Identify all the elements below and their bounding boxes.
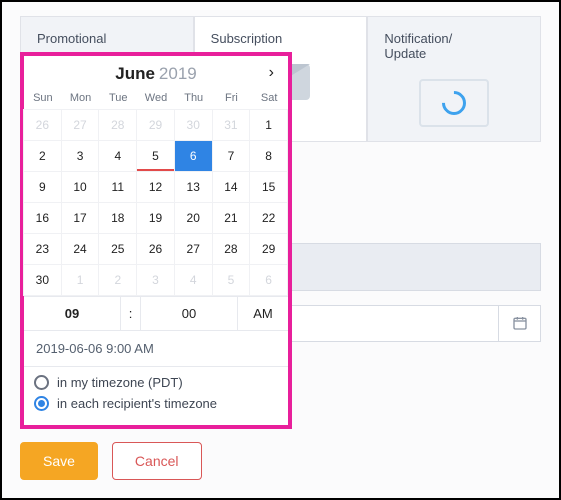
calendar-day[interactable]: 13 (174, 171, 213, 203)
calendar-day[interactable]: 31 (212, 109, 251, 141)
calendar-day[interactable]: 8 (249, 140, 288, 172)
tz-option-mine[interactable]: in my timezone (PDT) (34, 375, 278, 390)
notification-illustration (384, 79, 524, 127)
calendar-day[interactable]: 30 (174, 109, 213, 141)
action-buttons: Save Cancel (20, 442, 202, 480)
calendar-day[interactable]: 2 (98, 264, 137, 296)
calendar-day[interactable]: 19 (136, 202, 175, 234)
selected-datetime-display[interactable]: 2019-06-06 9:00 AM (24, 331, 288, 367)
timezone-options: in my timezone (PDT) in each recipient's… (24, 367, 288, 425)
calendar-week-row: 9101112131415 (24, 172, 288, 203)
weekday-header-row: SunMonTueWedThuFriSat (24, 88, 288, 110)
calendar-grid: 2627282930311234567891011121314151617181… (24, 110, 288, 296)
calendar-day[interactable]: 26 (136, 233, 175, 265)
calendar-day[interactable]: 4 (98, 140, 137, 172)
calendar-month: June (115, 64, 155, 83)
calendar-header: June2019 › (24, 56, 288, 88)
refresh-icon (437, 86, 471, 120)
weekday-label: Wed (137, 88, 175, 110)
tab-label: Subscription (211, 31, 283, 46)
calendar-day[interactable]: 28 (212, 233, 251, 265)
calendar-day[interactable]: 5 (212, 264, 251, 296)
tab-notification[interactable]: Notification/ Update (367, 16, 541, 141)
calendar-day[interactable]: 25 (98, 233, 137, 265)
calendar-day[interactable]: 26 (23, 109, 62, 141)
calendar-day[interactable]: 27 (174, 233, 213, 265)
time-picker-row: 09 : 00 AM (24, 296, 288, 331)
weekday-label: Tue (99, 88, 137, 110)
calendar-day[interactable]: 22 (249, 202, 288, 234)
tz-label: in each recipient's timezone (57, 396, 217, 411)
tz-option-recipient[interactable]: in each recipient's timezone (34, 396, 278, 411)
calendar-day[interactable]: 17 (61, 202, 100, 234)
calendar-day[interactable]: 11 (98, 171, 137, 203)
calendar-day[interactable]: 9 (23, 171, 62, 203)
calendar-week-row: 2345678 (24, 141, 288, 172)
weekday-label: Fri (213, 88, 251, 110)
calendar-year: 2019 (159, 64, 197, 83)
calendar-day[interactable]: 2 (23, 140, 62, 172)
calendar-week-row: 30123456 (24, 265, 288, 296)
calendar-day[interactable]: 21 (212, 202, 251, 234)
calendar-day[interactable]: 20 (174, 202, 213, 234)
calendar-day[interactable]: 16 (23, 202, 62, 234)
tab-label: Promotional (37, 31, 106, 46)
calendar-day[interactable]: 30 (23, 264, 62, 296)
calendar-day[interactable]: 1 (249, 109, 288, 141)
calendar-day[interactable]: 1 (61, 264, 100, 296)
calendar-day[interactable]: 3 (136, 264, 175, 296)
calendar-week-row: 16171819202122 (24, 203, 288, 234)
calendar-day[interactable]: 14 (212, 171, 251, 203)
weekday-label: Mon (62, 88, 100, 110)
calendar-day[interactable]: 6 (174, 140, 213, 172)
weekday-label: Sun (24, 88, 62, 110)
tz-label: in my timezone (PDT) (57, 375, 183, 390)
calendar-day[interactable]: 27 (61, 109, 100, 141)
minute-field[interactable]: 00 (141, 297, 238, 330)
calendar-day[interactable]: 5 (136, 140, 175, 172)
date-picker: June2019 › SunMonTueWedThuFriSat 2627282… (20, 52, 292, 429)
calendar-day[interactable]: 3 (61, 140, 100, 172)
calendar-week-row: 2627282930311 (24, 110, 288, 141)
save-button[interactable]: Save (20, 442, 98, 480)
calendar-day[interactable]: 23 (23, 233, 62, 265)
radio-icon (34, 375, 49, 390)
next-month-button[interactable]: › (269, 64, 274, 82)
ampm-field[interactable]: AM (238, 297, 288, 330)
calendar-day[interactable]: 12 (136, 171, 175, 203)
calendar-day[interactable]: 15 (249, 171, 288, 203)
time-colon: : (121, 297, 141, 330)
refresh-frame (419, 79, 489, 127)
cancel-button[interactable]: Cancel (112, 442, 202, 480)
calendar-day[interactable]: 28 (98, 109, 137, 141)
calendar-day[interactable]: 24 (61, 233, 100, 265)
calendar-title: June2019 (115, 64, 197, 84)
calendar-day[interactable]: 29 (249, 233, 288, 265)
weekday-label: Thu (175, 88, 213, 110)
calendar-day[interactable]: 29 (136, 109, 175, 141)
calendar-day[interactable]: 10 (61, 171, 100, 203)
calendar-week-row: 23242526272829 (24, 234, 288, 265)
hour-field[interactable]: 09 (24, 297, 121, 330)
tab-label: Update (384, 46, 426, 61)
weekday-label: Sat (250, 88, 288, 110)
calendar-day[interactable]: 7 (212, 140, 251, 172)
calendar-day[interactable]: 18 (98, 202, 137, 234)
calendar-day[interactable]: 4 (174, 264, 213, 296)
tab-label: Notification/ (384, 31, 452, 46)
radio-icon (34, 396, 49, 411)
calendar-icon[interactable] (499, 305, 541, 342)
calendar-day[interactable]: 6 (249, 264, 288, 296)
